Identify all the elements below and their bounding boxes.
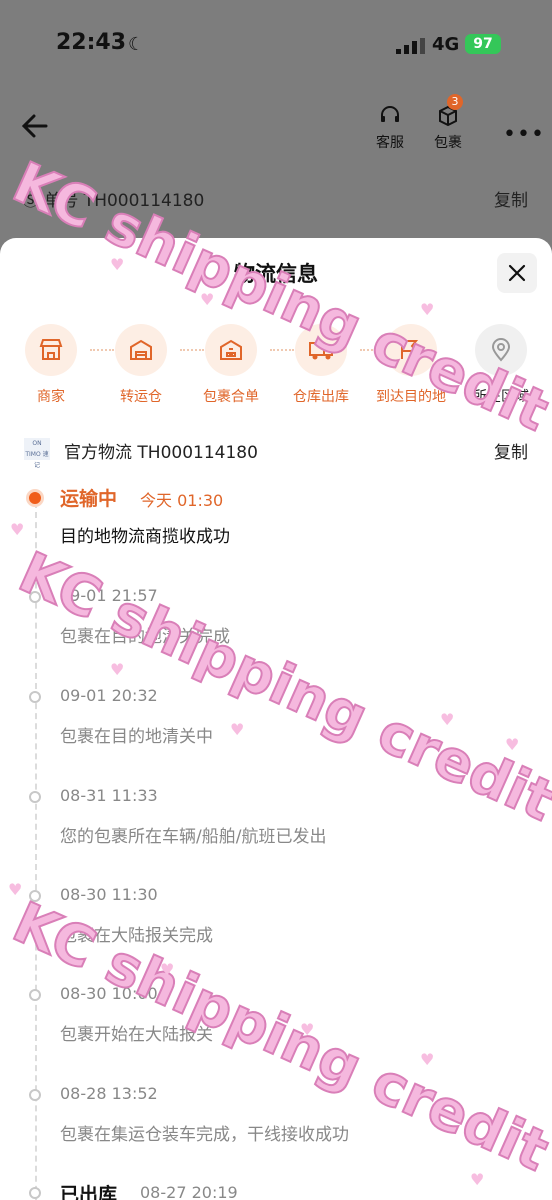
progress-steps: 商家 转运仓 包裹合单 仓库出库 到达目的地 所在区域 [0,324,552,414]
carrier-row: ON TIMO 速记 官方物流 TH000114180 复制 [24,436,528,469]
logistics-sheet: 物流信息 商家 转运仓 包裹合单 仓库出库 到达目的地 所在区域 ON TIMO… [0,238,552,1200]
timeline-desc: 包裹开始在大陆报关 [60,1025,213,1045]
timeline-dot [29,591,41,603]
timeline-desc: 包裹在目的地清关中 [60,727,213,747]
step-label: 转运仓 [120,389,162,405]
timeline-status: 已出库 [60,1184,118,1200]
location-icon [491,338,511,362]
timeline-status: 运输中 [60,488,118,510]
timeline-time: 今天 01:30 [140,491,224,510]
package-button[interactable]: 3 包裹 [434,94,463,152]
store-icon [39,339,63,360]
timeline-desc: 包裹在大陆报关完成 [60,926,213,946]
timeline-dot [29,791,41,803]
status-time: 22:43 [56,30,127,55]
timeline-dot [29,691,41,703]
close-button[interactable] [497,253,537,293]
step-merchant: 商家 [6,324,96,406]
step-destination: 到达目的地 [366,324,456,406]
package-label: 包裹 [434,135,462,151]
customer-service-button[interactable]: 客服 [376,104,404,152]
step-label: 所在区域 [473,389,529,405]
customer-service-label: 客服 [376,135,404,151]
headset-icon [381,106,399,122]
timeline-time: 08-28 13:52 [60,1084,158,1103]
carrier-tracking-number: 官方物流 TH000114180 [64,443,258,463]
timeline-time: 08-31 11:33 [60,786,158,805]
close-icon [508,264,526,282]
warehouse-icon [130,339,152,360]
timeline-desc: 包裹在目的地清关完成 [60,627,230,647]
step-package-merge: 包裹合单 [186,324,276,406]
package-badge: 3 [447,94,463,110]
background-copy-button[interactable]: 复制 [494,186,528,211]
tracking-timeline: 运输中 今天 01:30 目的地物流商揽收成功 09-01 21:57 包裹在目… [0,484,552,1200]
back-arrow-icon[interactable] [18,112,48,140]
timeline-desc: 目的地物流商揽收成功 [60,527,230,547]
step-label: 包裹合单 [203,389,259,405]
carrier-logo: ON TIMO 速记 [24,438,50,469]
package-merge-icon [220,339,242,360]
status-bar: 22:43 ☾ 4G 97 [0,0,552,90]
timeline-time: 08-27 20:19 [140,1183,238,1200]
step-label: 仓库出库 [293,389,349,405]
step-region: 所在区域 [456,324,546,406]
network-label: 4G [432,34,460,55]
timeline-dot-active [26,489,44,507]
timeline-dot [29,1089,41,1101]
moon-icon: ☾ [128,34,145,55]
truck-icon [309,342,333,360]
timeline-dot [29,989,41,1001]
copy-button[interactable]: 复制 [494,438,528,463]
step-warehouse-out: 仓库出库 [276,324,366,406]
timeline-dot [29,1187,41,1199]
background-tracking-number: Ⓢ 单号 TH000114180 [22,191,205,211]
destination-icon [401,340,419,359]
timeline-dot [29,890,41,902]
step-label: 到达目的地 [376,389,446,405]
more-options-icon[interactable]: ••• [503,122,545,147]
step-transit-warehouse: 转运仓 [96,324,186,406]
battery-indicator: 97 [465,34,501,54]
timeline-time: 08-30 11:30 [60,885,158,904]
timeline-desc: 包裹在集运仓装车完成，干线接收成功 [60,1125,349,1145]
timeline-time: 09-01 20:32 [60,686,158,705]
signal-icon [396,38,425,54]
sheet-title: 物流信息 [234,262,318,286]
timeline-time: 08-30 10:00 [60,984,158,1003]
timeline-desc: 您的包裹所在车辆/船舶/航班已发出 [60,827,327,847]
step-label: 商家 [37,389,65,405]
timeline-time: 09-01 21:57 [60,586,158,605]
